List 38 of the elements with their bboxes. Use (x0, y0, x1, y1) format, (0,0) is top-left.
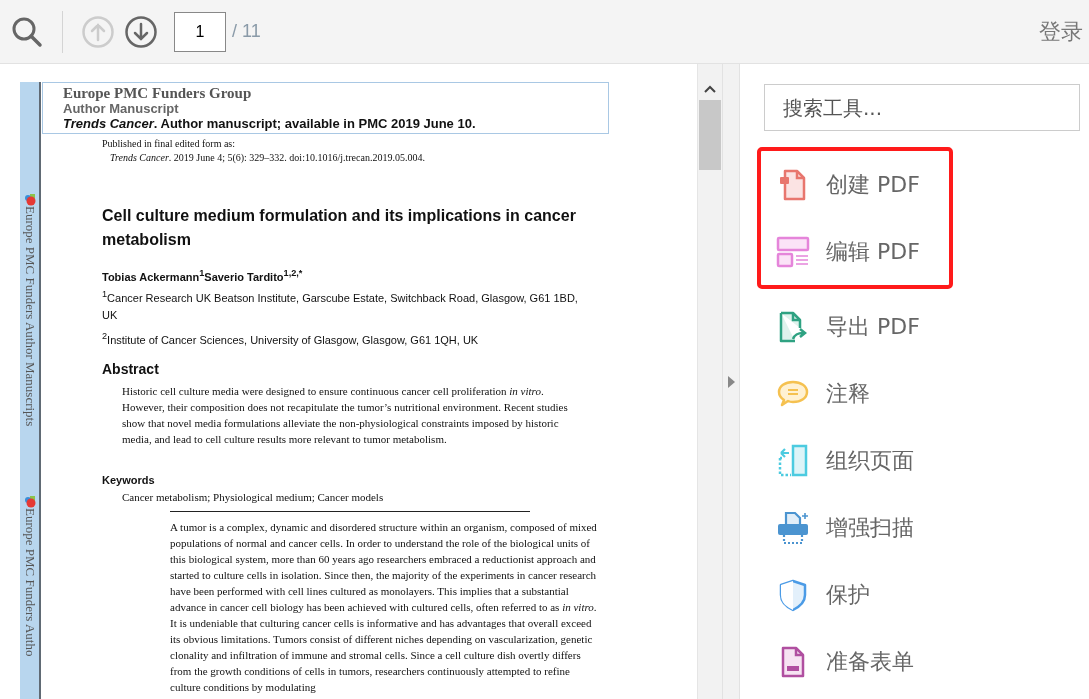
scrollbar-thumb[interactable] (699, 100, 721, 170)
tool-item[interactable]: 注释 (768, 360, 949, 427)
manuscript-type: Author Manuscript (63, 102, 180, 116)
tool-item[interactable]: 创建 PDF (768, 151, 949, 218)
tool-item[interactable]: 编辑 PDF (768, 218, 949, 285)
expand-icon[interactable] (727, 375, 735, 388)
strip-text: Europe PMC Funders Author Manuscripts (21, 206, 38, 427)
sign-in-link[interactable]: 登录 (1039, 16, 1083, 47)
layout-icon (776, 234, 810, 269)
tool-item[interactable]: 准备表单 (768, 628, 949, 695)
authors: Tobias Ackermann$^{1}$Saverio Tardito$^{1,2,*}$ (102, 268, 304, 283)
affiliation: $^{2}$Institute of Cancer Sciences, University of Glasgow, Glasgow, G61 1QH, UK (102, 330, 480, 348)
group-name: Europe PMC Funders Group (63, 85, 253, 102)
strip-text: Europe PMC Funders Autho (21, 508, 38, 657)
citation-line: Trends Cancer. Author manuscript; available in PMC 2019 June 10. (63, 116, 477, 131)
published-reference: Trends Cancer. 2019 June 4; 5(6): 329–332. doi:10.1016/j.trecan.2019.05.004. (109, 151, 426, 164)
abstract-text: Historic cell culture media were designed to ensure continuous cancer cell proliferation in vitro. However, their composition does not recapitulate the tumor’s nutritional environment. Recent studies show that novel media formulations alleviate the non-physiological constraints imposed by historic media, and lead to cell culture results more relevant to tumor metabolism. (121, 383, 569, 447)
tool-search-field[interactable]: 搜索工具... (764, 84, 1080, 131)
scanner-icon (776, 510, 810, 545)
page-number-field[interactable]: 1 (174, 11, 226, 52)
body-paragraph: A tumor is a complex, dynamic and disordered structure within an organism, composed of mixed populations of normal and cancer cells. In order to understand the role of the biological units of this biological system, more than 60 years ago researchers embraced a reductionist approach and started to culture cells in isolation. Since then, the majority of the experiments in cancer research have been performed with cell lines cultured as monolayers. This implies that a substantial advance in cancer cell biology has been achieved with cultured cells, often referred to as in vitro. It is undeniable that culturing cancer cells is informative and has advantages that overall exceed its obvious limitations. Tumors consist of different niches depending on vascularization, genetic clonality and infiltration of immune and stromal cells. Since a cell culture dish overtly differs from the growth conditions of cells in tumors, researchers continuously attempted to refine culture conditions by modulating (169, 519, 598, 695)
page-total: / 11 (232, 21, 261, 42)
scroll-up-icon[interactable] (704, 84, 716, 94)
affiliation: $^{1}$Cancer Research UK Beatson Institute, Garscube Estate, Switchback Road, Glasgow, G61 1BD, UK (102, 288, 579, 324)
article-title: Cell culture medium formulation and its implications in cancer metabolism (102, 206, 577, 250)
logo-icon (23, 496, 36, 509)
keywords-heading: Keywords (102, 473, 156, 486)
logo-icon (23, 194, 36, 206)
tool-item[interactable]: 保护 (768, 561, 949, 628)
published-label: Published in final edited form as: (102, 137, 237, 150)
pages-icon (776, 443, 810, 478)
tool-item[interactable]: 导出 PDF (768, 293, 949, 360)
scrollbar[interactable] (697, 64, 722, 699)
abstract-heading: Abstract (102, 360, 160, 377)
tool-item[interactable]: 增强扫描 (768, 494, 949, 561)
next-page-icon[interactable] (124, 14, 158, 49)
keywords-text: Cancer metabolism; Physiological medium; Cancer models (121, 490, 385, 503)
tool-item[interactable]: 组织页面 (768, 427, 949, 494)
